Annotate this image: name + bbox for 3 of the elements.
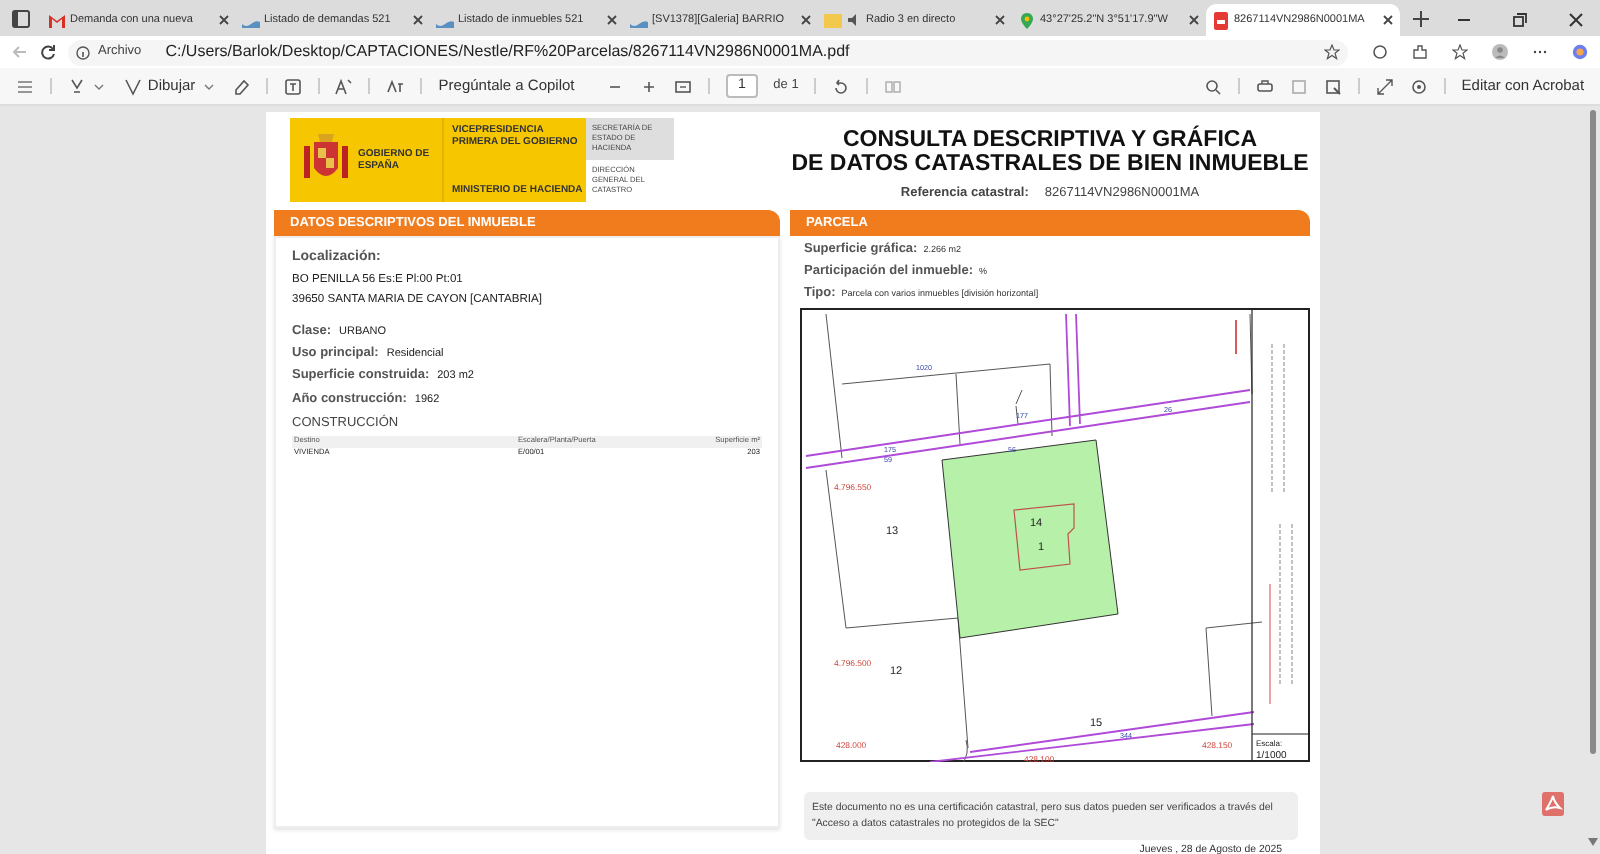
document-title: DE DATOS CATASTRALES DE BIEN INMUEBLE: [791, 152, 1309, 176]
url-text: C:/Users/Barlok/Desktop/CAPTACIONES/Nestle/RF%20Parcelas/8267114VN2986N0001MA.pdf: [165, 40, 850, 64]
document-title: CONSULTA DESCRIPTIVA Y GRÁFICA: [842, 128, 1257, 152]
